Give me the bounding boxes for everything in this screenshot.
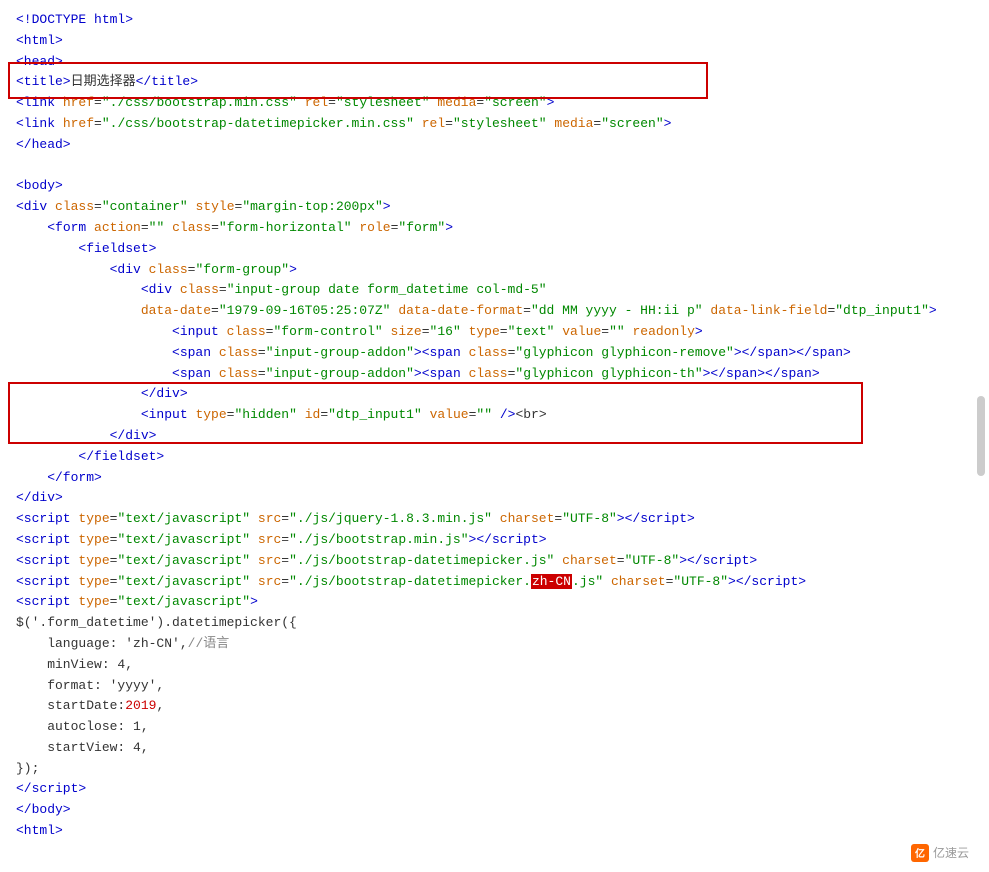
code-line: startDate:2019,: [16, 696, 973, 717]
code-line: <head>: [16, 52, 973, 73]
code-line: <span class="input-group-addon"><span cl…: [16, 343, 973, 364]
watermark: 亿 亿速云: [911, 844, 969, 862]
code-line: </div>: [16, 488, 973, 509]
code-line: <link href="./css/bootstrap-datetimepick…: [16, 114, 973, 135]
code-line: <div class="input-group date form_dateti…: [16, 280, 973, 301]
code-line: <span class="input-group-addon"><span cl…: [16, 364, 973, 385]
code-line: <input class="form-control" size="16" ty…: [16, 322, 973, 343]
watermark-logo: 亿: [911, 844, 929, 862]
code-line: </form>: [16, 468, 973, 489]
code-line: <form action="" class="form-horizontal" …: [16, 218, 973, 239]
code-line: <script type="text/javascript" src="./js…: [16, 509, 973, 530]
code-line: <body>: [16, 176, 973, 197]
code-line: [16, 156, 973, 177]
code-viewer: <!DOCTYPE html><html><head><title>日期选择器<…: [0, 0, 989, 872]
code-line: <script type="text/javascript" src="./js…: [16, 530, 973, 551]
code-line: </body>: [16, 800, 973, 821]
scrollbar[interactable]: [977, 396, 985, 476]
code-line: </fieldset>: [16, 447, 973, 468]
code-line: </div>: [16, 384, 973, 405]
code-line: <!DOCTYPE html>: [16, 10, 973, 31]
code-line: <title>日期选择器</title>: [16, 72, 973, 93]
code-block: <!DOCTYPE html><html><head><title>日期选择器<…: [16, 10, 973, 842]
code-line: <script type="text/javascript" src="./js…: [16, 551, 973, 572]
code-line: <div class="form-group">: [16, 260, 973, 281]
code-line: <script type="text/javascript" src="./js…: [16, 572, 973, 593]
watermark-text: 亿速云: [933, 844, 969, 861]
code-line: <html>: [16, 821, 973, 842]
code-line: <link href="./css/bootstrap.min.css" rel…: [16, 93, 973, 114]
code-line: autoclose: 1,: [16, 717, 973, 738]
code-line: data-date="1979-09-16T05:25:07Z" data-da…: [16, 301, 973, 322]
code-line: </div>: [16, 426, 973, 447]
code-line: format: 'yyyy',: [16, 676, 973, 697]
code-line: </script>: [16, 779, 973, 800]
code-line: <fieldset>: [16, 239, 973, 260]
code-line: <html>: [16, 31, 973, 52]
code-line: $('.form_datetime').datetimepicker({: [16, 613, 973, 634]
code-line: });: [16, 759, 973, 780]
code-line: <div class="container" style="margin-top…: [16, 197, 973, 218]
code-line: <script type="text/javascript">: [16, 592, 973, 613]
code-line: startView: 4,: [16, 738, 973, 759]
code-line: minView: 4,: [16, 655, 973, 676]
code-line: </head>: [16, 135, 973, 156]
code-line: language: 'zh-CN',//语言: [16, 634, 973, 655]
code-line: <input type="hidden" id="dtp_input1" val…: [16, 405, 973, 426]
